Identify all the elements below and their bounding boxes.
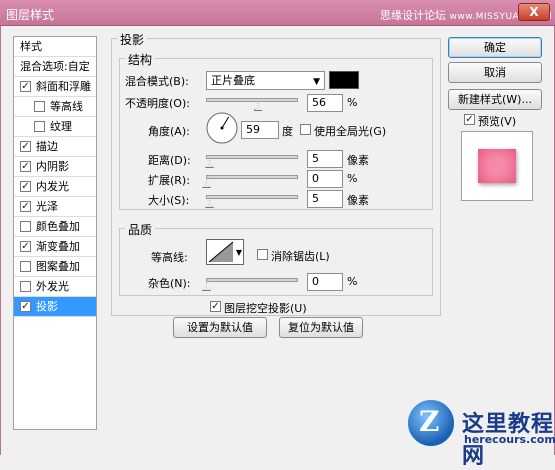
chevron-down-icon: ▼ (313, 77, 320, 87)
style-item-checkbox[interactable]: ✓ (20, 161, 31, 172)
cancel-button[interactable]: 取消 (448, 62, 542, 83)
style-item[interactable]: 等高线 (14, 97, 96, 117)
style-item[interactable]: ✓ 斜面和浮雕 (14, 77, 96, 97)
style-item-label: 图案叠加 (36, 260, 80, 273)
antialias-checkbox[interactable] (257, 249, 268, 260)
knockout-checkbox[interactable]: ✓ (210, 301, 221, 312)
ok-button[interactable]: 确定 (448, 37, 542, 58)
style-item-checkbox[interactable] (20, 261, 31, 272)
window-title: 图层样式 (6, 8, 55, 22)
style-item[interactable]: 图案叠加 (14, 257, 96, 277)
preview-label: 预览(V) (478, 115, 517, 128)
new-style-button[interactable]: 新建样式(W)... (448, 89, 542, 110)
spread-input[interactable]: 0 (307, 170, 343, 188)
style-preview (461, 131, 533, 201)
style-item-checkbox[interactable]: ✓ (20, 241, 31, 252)
style-item[interactable]: 颜色叠加 (14, 217, 96, 237)
style-item-label: 颜色叠加 (36, 220, 80, 233)
angle-unit: 度 (282, 125, 293, 138)
distance-slider-track[interactable] (206, 155, 298, 159)
structure-title: 结构 (125, 51, 156, 68)
preview-checkbox[interactable]: ✓ (464, 114, 475, 125)
angle-input[interactable]: 59 (241, 121, 279, 139)
drop-shadow-title: 投影 (117, 31, 148, 48)
noise-input[interactable]: 0 (307, 273, 343, 291)
opacity-input[interactable]: 56 (307, 94, 343, 112)
style-item[interactable]: ✓ 光泽 (14, 197, 96, 217)
style-item-checkbox[interactable] (34, 121, 45, 132)
style-item-label: 内发光 (36, 180, 69, 193)
opacity-unit: % (347, 96, 358, 109)
close-icon: X (529, 5, 539, 19)
preview-swatch (478, 149, 516, 183)
angle-dial[interactable] (205, 111, 239, 145)
style-item-label: 描边 (36, 140, 58, 153)
size-label: 大小(S): (148, 194, 190, 207)
style-item-label: 光泽 (36, 200, 58, 213)
global-light-checkbox[interactable] (300, 124, 311, 135)
opacity-slider-track[interactable] (206, 98, 298, 102)
spread-label: 扩展(R): (148, 174, 190, 187)
style-item-label: 内阴影 (36, 160, 69, 173)
close-button[interactable]: X (518, 3, 550, 21)
style-item-checkbox[interactable] (20, 281, 31, 292)
angle-label: 角度(A): (148, 125, 190, 138)
style-item[interactable]: ✓ 内阴影 (14, 157, 96, 177)
chevron-down-icon: ▼ (235, 248, 242, 257)
style-item[interactable]: 外发光 (14, 277, 96, 297)
noise-slider-track[interactable] (206, 278, 298, 282)
noise-label: 杂色(N): (148, 277, 191, 290)
style-item-checkbox[interactable]: ✓ (20, 201, 31, 212)
spread-unit: % (347, 172, 358, 185)
style-item-checkbox[interactable]: ✓ (20, 81, 31, 92)
reset-default-button[interactable]: 复位为默认值 (279, 317, 363, 338)
style-item-label: 纹理 (50, 120, 72, 133)
shadow-color-swatch[interactable] (329, 71, 359, 89)
style-item[interactable]: 纹理 (14, 117, 96, 137)
styles-header[interactable]: 样式 (14, 37, 96, 57)
logo-letter: Z (419, 405, 440, 438)
style-item-checkbox[interactable] (20, 221, 31, 232)
contour-label: 等高线: (151, 251, 188, 264)
spread-slider-track[interactable] (206, 175, 298, 179)
knockout-label: 图层挖空投影(U) (224, 302, 307, 315)
title-bar: 图层样式 思缘设计论坛 www.MISSYUAN.COM X (0, 0, 555, 26)
blend-options-item[interactable]: 混合选项:自定 (14, 57, 96, 77)
size-input[interactable]: 5 (307, 190, 343, 208)
style-item[interactable]: ✓ 内发光 (14, 177, 96, 197)
size-slider-track[interactable] (206, 195, 298, 199)
style-item-label: 斜面和浮雕 (36, 80, 91, 93)
style-item-checkbox[interactable]: ✓ (20, 301, 31, 312)
style-item-label: 渐变叠加 (36, 240, 80, 253)
make-default-button[interactable]: 设置为默认值 (173, 317, 267, 338)
style-item[interactable]: ✓ 描边 (14, 137, 96, 157)
site-logo: Z 这里教程网 herecours.com (406, 384, 555, 469)
style-item-checkbox[interactable] (34, 101, 45, 112)
distance-input[interactable]: 5 (307, 150, 343, 168)
style-item-checkbox[interactable]: ✓ (20, 181, 31, 192)
distance-label: 距离(D): (148, 154, 191, 167)
size-unit: 像素 (347, 194, 369, 207)
opacity-label: 不透明度(O): (125, 97, 190, 110)
quality-title: 品质 (125, 221, 156, 238)
noise-unit: % (347, 275, 358, 288)
blend-mode-label: 混合模式(B): (125, 75, 189, 88)
style-item-checkbox[interactable]: ✓ (20, 141, 31, 152)
style-item-label: 外发光 (36, 280, 69, 293)
contour-curve-icon (208, 241, 234, 263)
contour-picker[interactable]: ▼ (206, 239, 244, 265)
style-item[interactable]: ✓ 投影 (14, 297, 96, 317)
styles-list: 样式 混合选项:自定 ✓ 斜面和浮雕等高线纹理 ✓ 描边 ✓ 内阴影 ✓ 内发光 ✓ 光泽颜色叠加… (13, 36, 97, 430)
global-light-label: 使用全局光(G) (314, 125, 387, 138)
blend-mode-select[interactable]: 正片叠底 ▼ (206, 71, 325, 90)
logo-text-en: herecours.com (464, 433, 555, 446)
style-item-label: 等高线 (50, 100, 83, 113)
distance-unit: 像素 (347, 154, 369, 167)
style-item[interactable]: ✓ 渐变叠加 (14, 237, 96, 257)
antialias-label: 消除锯齿(L) (271, 250, 330, 263)
style-item-label: 投影 (36, 300, 58, 313)
